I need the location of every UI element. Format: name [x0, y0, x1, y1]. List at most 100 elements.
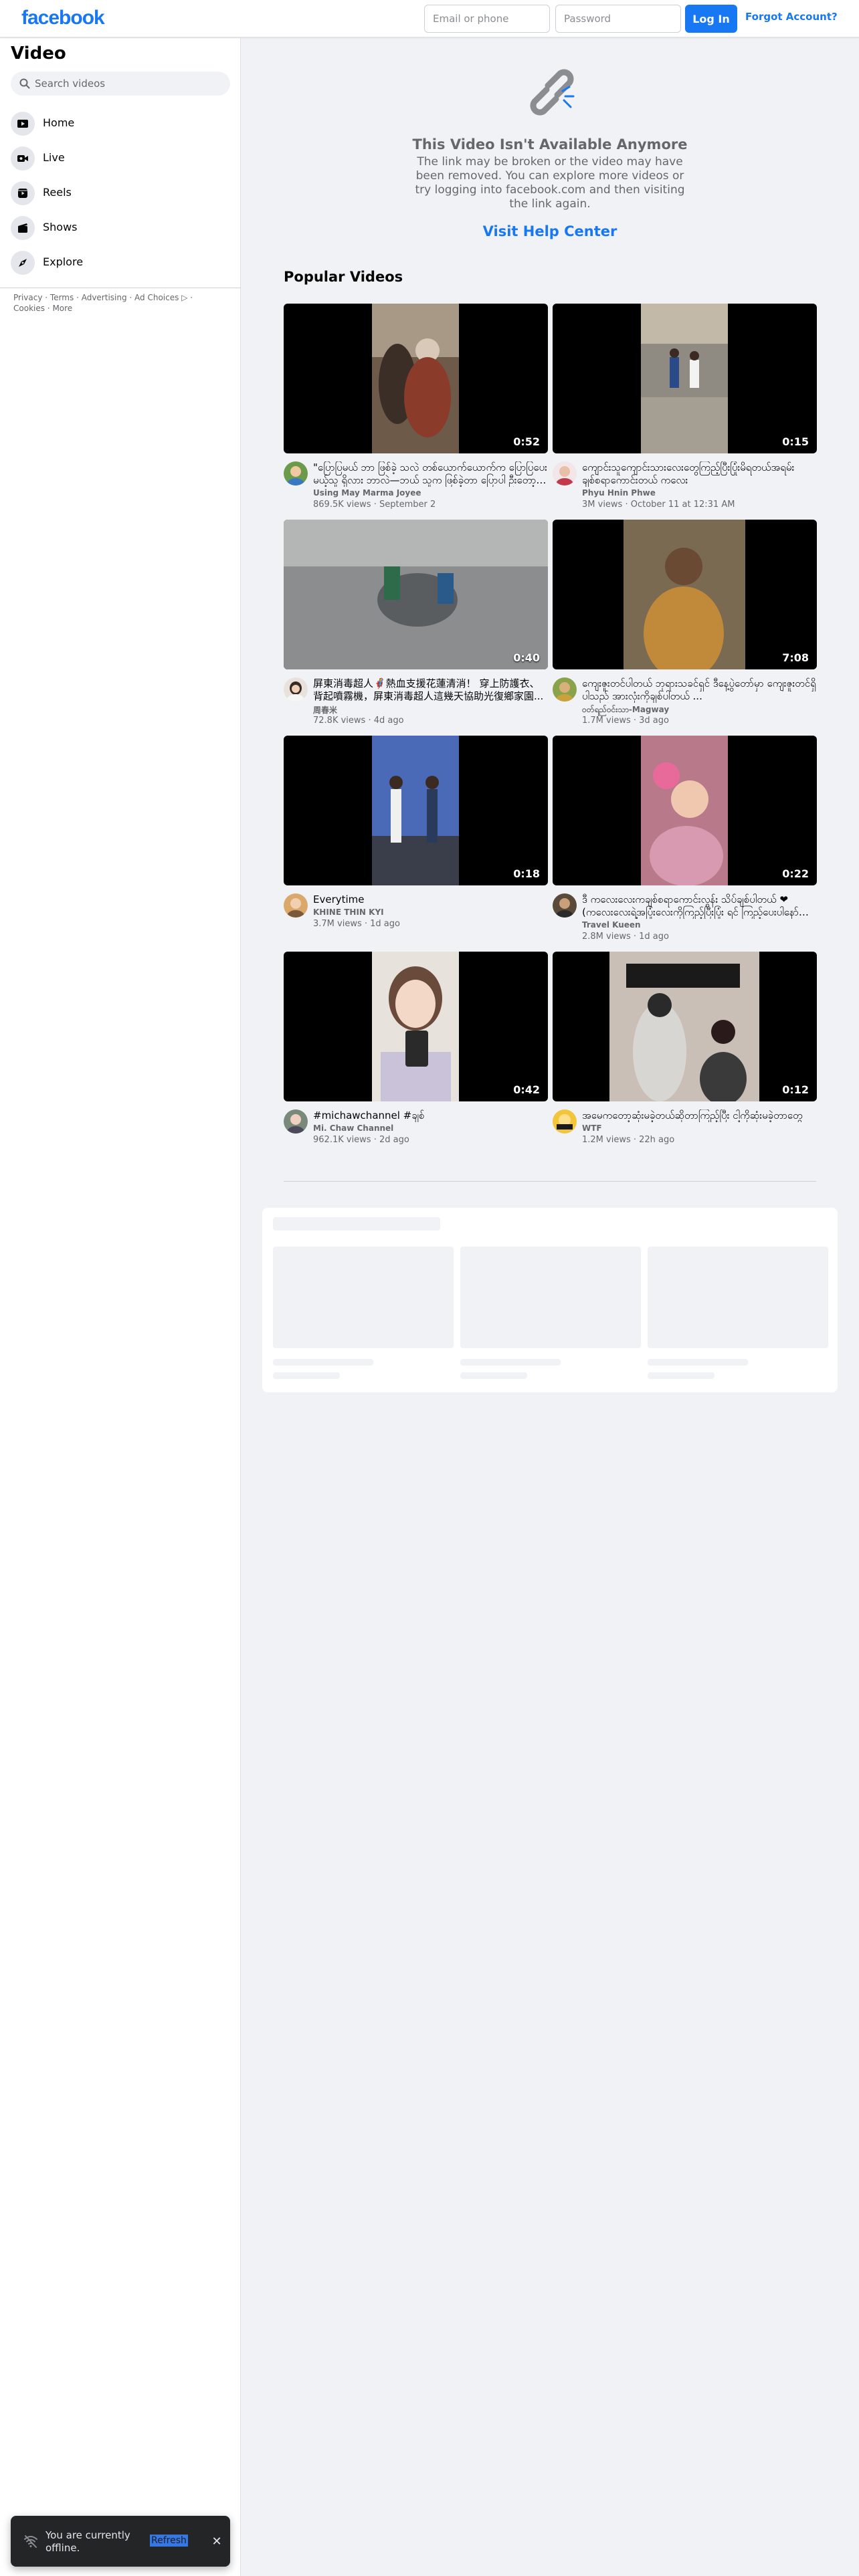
- footer-link-more[interactable]: More: [52, 304, 72, 313]
- offline-toast: You are currently offline. Refresh ✕: [11, 2516, 230, 2567]
- thumbnail-image: [284, 520, 548, 669]
- footer-link-terms[interactable]: Terms: [50, 293, 74, 302]
- video-thumbnail[interactable]: 0:15: [553, 304, 817, 453]
- live-icon: [11, 146, 35, 171]
- error-title: This Video Isn't Available Anymore: [412, 136, 688, 152]
- video-title[interactable]: "ပြောပြမယ် ဘာ ဖြစ်ခဲ့ သလဲ တစ်ယောက်ယောက်က…: [313, 461, 548, 487]
- video-duration: 0:12: [782, 1083, 809, 1096]
- avatar[interactable]: [284, 1109, 308, 1134]
- refresh-button[interactable]: Refresh: [150, 2535, 188, 2547]
- sidebar-item-home[interactable]: Home: [5, 106, 235, 141]
- search-icon: [19, 78, 30, 89]
- video-duration: 0:15: [782, 435, 809, 448]
- explore-icon: [11, 251, 35, 275]
- video-meta: 2.8M views · 1d ago: [582, 932, 669, 942]
- video-duration: 0:42: [513, 1083, 540, 1096]
- video-title[interactable]: Everytime: [313, 893, 548, 906]
- sidebar-item-reels[interactable]: Reels: [5, 176, 235, 211]
- shows-icon: [11, 216, 35, 240]
- thumbnail-image: [372, 952, 459, 1101]
- login-button[interactable]: Log In: [685, 5, 737, 33]
- reels-icon: [11, 181, 35, 205]
- video-title[interactable]: #michawchannel #ချစ်: [313, 1109, 548, 1122]
- sidebar-item-label: Live: [43, 151, 65, 164]
- offline-message: You are currently offline.: [45, 2529, 130, 2554]
- close-icon[interactable]: ✕: [209, 2533, 225, 2549]
- video-thumbnail[interactable]: 0:22: [553, 736, 817, 885]
- thumbnail-image: [372, 304, 459, 453]
- video-title[interactable]: ဒီ ကလေးလေးကချစ်စရာကောင်းလွန်း သိပ်ချစ်ပါ…: [582, 893, 817, 919]
- video-title[interactable]: အမေကတော့ဆုံးမခဲ့တယ်ဆိုတာကြည့်ပြီး ငါ့ကို…: [582, 1109, 817, 1122]
- email-field[interactable]: [424, 5, 550, 33]
- skeleton-thumbnail: [273, 1247, 454, 1348]
- avatar[interactable]: [553, 893, 577, 918]
- ad-choices-icon: ▷: [181, 293, 188, 302]
- video-thumbnail[interactable]: 0:18: [284, 736, 548, 885]
- video-duration: 0:40: [513, 651, 540, 664]
- sidebar-item-live[interactable]: Live: [5, 141, 235, 176]
- thumbnail-image: [609, 952, 759, 1101]
- footer-links: Privacy · Terms · Advertising · Ad Choic…: [13, 293, 193, 313]
- avatar[interactable]: [284, 677, 308, 702]
- video-duration: 0:22: [782, 867, 809, 880]
- video-author[interactable]: ဝတ်ရည်ဝင်းသာ-Magway: [582, 704, 669, 716]
- video-author[interactable]: Using May Marma Joyee: [313, 488, 421, 498]
- video-duration: 0:18: [513, 867, 540, 880]
- broken-link-icon: [530, 69, 575, 116]
- error-message: The link may be broken or the video may …: [415, 155, 685, 211]
- facebook-logo[interactable]: facebook: [21, 7, 105, 29]
- avatar[interactable]: [553, 461, 577, 486]
- video-author[interactable]: Phyu Hnin Phwe: [582, 488, 656, 498]
- thumbnail-image: [372, 736, 459, 885]
- sidebar-item-explore[interactable]: Explore: [5, 245, 235, 280]
- sidebar-item-shows[interactable]: Shows: [5, 211, 235, 245]
- video-meta: 1.7M views · 3d ago: [582, 716, 669, 726]
- video-thumbnail[interactable]: 0:12: [553, 952, 817, 1101]
- video-thumbnail[interactable]: 7:08: [553, 520, 817, 669]
- video-thumbnail[interactable]: 0:52: [284, 304, 548, 453]
- password-field[interactable]: [555, 5, 681, 33]
- skeleton-line: [460, 1372, 527, 1379]
- loading-placeholder: [262, 1208, 838, 1392]
- video-author[interactable]: WTF: [582, 1123, 602, 1133]
- sidebar-item-label: Explore: [43, 255, 84, 268]
- video-author[interactable]: Travel Kueen: [582, 920, 641, 930]
- skeleton-thumbnail: [460, 1247, 641, 1348]
- video-thumbnail[interactable]: 0:40: [284, 520, 548, 669]
- video-duration: 7:08: [782, 651, 809, 664]
- video-meta: 3.7M views · 1d ago: [313, 919, 400, 929]
- forgot-account-link[interactable]: Forgot Account?: [745, 11, 838, 23]
- help-center-link[interactable]: Visit Help Center: [401, 223, 698, 239]
- home-video-icon: [11, 112, 35, 136]
- footer-link-ad-choices[interactable]: Ad Choices ▷: [134, 293, 187, 302]
- video-author[interactable]: Mi. Chaw Channel: [313, 1123, 393, 1133]
- video-title[interactable]: ကျေးဇူးတင်ပါတယ် ဘုရားသခင်ရှင် ဒီနေ့ပွဲတေ…: [582, 677, 817, 703]
- avatar[interactable]: [284, 461, 308, 486]
- footer-link-advertising[interactable]: Advertising: [82, 293, 127, 302]
- footer-link-privacy[interactable]: Privacy: [13, 293, 42, 302]
- sidebar-title: Video: [11, 43, 66, 64]
- search-input[interactable]: [35, 72, 222, 96]
- popular-videos-heading: Popular Videos: [284, 269, 403, 285]
- search-box[interactable]: [11, 72, 230, 96]
- skeleton-line: [273, 1359, 373, 1366]
- video-title[interactable]: 屏東消毒超人🦸熱血支援花蓮清消！ 穿上防護衣、背起噴霧機，屏東消毒超人這幾天協助…: [313, 677, 548, 703]
- video-meta: 72.8K views · 4d ago: [313, 716, 404, 726]
- skeleton-line: [648, 1359, 748, 1366]
- avatar[interactable]: [553, 677, 577, 702]
- skeleton-line: [460, 1359, 561, 1366]
- skeleton-line: [648, 1372, 714, 1379]
- thumbnail-image: [641, 304, 728, 453]
- video-author[interactable]: 周春米: [313, 704, 337, 716]
- sidebar-item-label: Shows: [43, 221, 78, 233]
- sidebar-item-label: Reels: [43, 186, 72, 199]
- video-author[interactable]: KHINE THIN KYI: [313, 907, 384, 917]
- thumbnail-image: [624, 520, 745, 669]
- footer-link-cookies[interactable]: Cookies: [13, 304, 45, 313]
- avatar[interactable]: [553, 1109, 577, 1134]
- video-meta: 869.5K views · September 2: [313, 500, 436, 510]
- sidebar-item-label: Home: [43, 116, 75, 129]
- video-title[interactable]: ကျောင်းသူကျောင်းသားလေးတွေကြည့်ပြီးပြုံးမ…: [582, 461, 817, 487]
- video-thumbnail[interactable]: 0:42: [284, 952, 548, 1101]
- avatar[interactable]: [284, 893, 308, 918]
